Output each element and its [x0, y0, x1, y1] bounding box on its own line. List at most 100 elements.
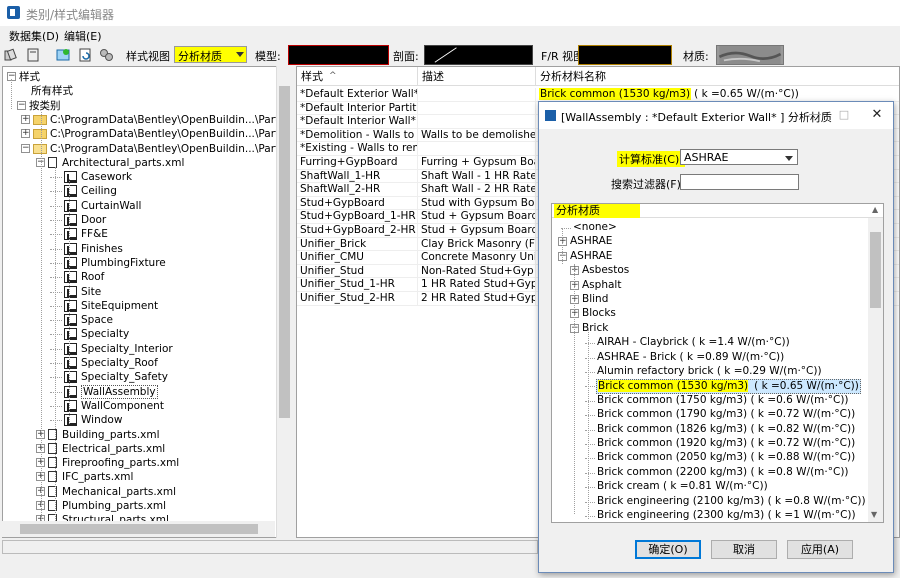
- material-preview[interactable]: [716, 45, 784, 65]
- material-tree-item[interactable]: Brick common (1826 kg/m3) ( k =0.82 W/(m…: [552, 423, 866, 437]
- material-tree-item[interactable]: Brick common (1750 kg/m3) ( k =0.6 W/(m·…: [552, 394, 866, 408]
- tree-item-style[interactable]: Specialty_Interior: [3, 342, 276, 356]
- tree-item-style[interactable]: Door: [3, 213, 276, 227]
- tree-all-styles[interactable]: 所有样式: [3, 84, 276, 98]
- style-view-dropdown[interactable]: 分析材质: [174, 46, 247, 63]
- collapse-icon[interactable]: −: [21, 143, 30, 153]
- minimize-icon[interactable]: —: [801, 106, 829, 124]
- material-tree-item[interactable]: + Asphalt: [552, 279, 866, 293]
- material-tree-item[interactable]: Brick cream ( k =0.81 W/(m·°C)): [552, 480, 866, 494]
- style-icon: [64, 242, 77, 255]
- material-tree-item[interactable]: + Asbestos: [552, 264, 866, 278]
- material-tree-item[interactable]: Brick engineering (2300 kg/m3) ( k =1 W/…: [552, 509, 866, 522]
- cell-style: Unifier_Brick: [297, 237, 418, 252]
- tree-guide: [41, 112, 42, 537]
- column-header-analysis-material[interactable]: 分析材料名称: [536, 67, 899, 86]
- material-tree-item[interactable]: <none>: [552, 221, 866, 235]
- material-tree-item[interactable]: Brick common (2200 kg/m3) ( k =0.8 W/(m·…: [552, 466, 866, 480]
- ok-button[interactable]: 确定(O): [635, 540, 701, 559]
- collapse-icon[interactable]: −: [17, 100, 26, 110]
- tree-guide: [574, 264, 575, 514]
- book-icon[interactable]: [25, 47, 41, 63]
- apply-button[interactable]: 应用(A): [787, 540, 853, 559]
- material-tree-item[interactable]: Brick common (1790 kg/m3) ( k =0.72 W/(m…: [552, 408, 866, 422]
- tree-item-label: Building_parts.xml: [62, 428, 160, 441]
- tree-item-style[interactable]: Window: [3, 413, 276, 427]
- tree-item-style[interactable]: Specialty: [3, 327, 276, 341]
- cell-style: *Demolition - Walls to be ...: [297, 128, 418, 143]
- tree-hscroll-thumb[interactable]: [20, 524, 258, 534]
- category-tree[interactable]: − 样式 所有样式 − 按类别 + C:\ProgramData\Bentley\OpenB…: [2, 66, 292, 538]
- tree-vertical-scrollbar[interactable]: [276, 66, 292, 538]
- column-header-style[interactable]: 样式 ^: [297, 67, 418, 86]
- maximize-icon[interactable]: □: [830, 106, 858, 124]
- tree-file[interactable]: + Building_parts.xml: [3, 428, 276, 442]
- scroll-down-icon[interactable]: ▼: [871, 510, 877, 519]
- filter-input[interactable]: [680, 174, 799, 190]
- material-tree-item[interactable]: − ASHRAE: [552, 250, 866, 264]
- refresh-icon[interactable]: [77, 47, 93, 63]
- model-preview[interactable]: [288, 45, 389, 65]
- material-tree-item[interactable]: Alumin refactory brick ( k =0.29 W/(m·°C…: [552, 365, 866, 379]
- material-tree-item[interactable]: + Blocks: [552, 307, 866, 321]
- tree-item-style[interactable]: Specialty_Roof: [3, 356, 276, 370]
- material-tree[interactable]: 分析材质 ▲ <none> + ASHRAE − ASHRAE + Asbestos + Asp…: [551, 203, 884, 523]
- column-header-description[interactable]: 描述: [418, 67, 536, 86]
- tree-item-style[interactable]: Roof: [3, 270, 276, 284]
- tree-item-style[interactable]: Site: [3, 285, 276, 299]
- fr-view-preview[interactable]: [578, 45, 672, 65]
- tree-item-style[interactable]: FF&E: [3, 227, 276, 241]
- tree-file[interactable]: + IFC_parts.xml: [3, 470, 276, 484]
- tree-horizontal-scrollbar[interactable]: [2, 521, 275, 537]
- settings-icon[interactable]: [98, 47, 114, 63]
- cell-analysis-material: Brick common (1530 kg/m3)( k =0.65 W/(m·…: [536, 88, 899, 102]
- material-label: ASHRAE: [570, 235, 613, 248]
- material-tree-item[interactable]: Brick engineering (2100 kg/m3) ( k =0.8 …: [552, 495, 866, 509]
- tree-item-style[interactable]: Finishes: [3, 242, 276, 256]
- tree-item-style[interactable]: CurtainWall: [3, 199, 276, 213]
- material-tree-scrollbar[interactable]: ▼: [868, 218, 883, 522]
- menu-dataset[interactable]: 数据集(D): [9, 28, 59, 44]
- tree-item-style[interactable]: Ceiling: [3, 184, 276, 198]
- tree-file[interactable]: + Mechanical_parts.xml: [3, 485, 276, 499]
- tree-item-style[interactable]: Space: [3, 313, 276, 327]
- material-tree-item[interactable]: ASHRAE - Brick ( k =0.89 W/(m·°C)): [552, 351, 866, 365]
- tree-item-style[interactable]: Specialty_Safety: [3, 370, 276, 384]
- expand-icon[interactable]: +: [21, 129, 30, 139]
- close-icon[interactable]: ✕: [863, 106, 891, 124]
- material-tree-item[interactable]: + Blind: [552, 293, 866, 307]
- tree-file[interactable]: + Fireproofing_parts.xml: [3, 456, 276, 470]
- tree-by-category[interactable]: − 按类别: [3, 99, 276, 113]
- style-icon: [64, 399, 77, 412]
- material-tree-scroll-thumb[interactable]: [870, 232, 881, 308]
- tree-path-folder[interactable]: − C:\ProgramData\Bentley\OpenBuildin...\P…: [3, 142, 283, 156]
- tree-scroll-thumb[interactable]: [279, 86, 290, 418]
- material-tree-item[interactable]: AIRAH - Claybrick ( k =1.4 W/(m·°C)): [552, 336, 866, 350]
- tree-path-folder[interactable]: + C:\ProgramData\Bentley\OpenBuildin...\P…: [3, 113, 283, 127]
- scroll-up-icon[interactable]: ▲: [872, 205, 878, 214]
- standard-dropdown[interactable]: ASHRAE: [680, 149, 798, 165]
- cancel-button[interactable]: 取消: [711, 540, 777, 559]
- library-icon[interactable]: [4, 47, 20, 63]
- new-style-icon[interactable]: [55, 47, 71, 63]
- tree-file[interactable]: + Plumbing_parts.xml: [3, 499, 276, 513]
- tree-file-architectural[interactable]: − Architectural_parts.xml: [3, 156, 276, 170]
- material-tree-item[interactable]: Brick common (1920 kg/m3) ( k =0.72 W/(m…: [552, 437, 866, 451]
- section-preview[interactable]: [424, 45, 533, 65]
- tree-item-style[interactable]: SiteEquipment: [3, 299, 276, 313]
- tree-file[interactable]: + Electrical_parts.xml: [3, 442, 276, 456]
- material-name-highlight: Brick common (1530 kg/m3): [598, 380, 749, 393]
- tree-root-styles[interactable]: − 样式: [3, 70, 276, 84]
- tree-item-style[interactable]: WallAssembly: [3, 384, 276, 399]
- expand-icon[interactable]: +: [21, 114, 30, 124]
- tree-path-folder[interactable]: + C:\ProgramData\Bentley\OpenBuildin...\P…: [3, 127, 283, 141]
- material-tree-item[interactable]: − Brick: [552, 322, 866, 336]
- menu-edit[interactable]: 编辑(E): [64, 28, 102, 44]
- table-row[interactable]: *Default Exterior Wall* Brick common (153…: [297, 88, 899, 102]
- material-tree-item[interactable]: + ASHRAE: [552, 235, 866, 249]
- tree-item-style[interactable]: WallComponent: [3, 399, 276, 413]
- tree-item-style[interactable]: Casework: [3, 170, 276, 184]
- material-tree-item[interactable]: Brick common (1530 kg/m3) ( k =0.65 W/(m·…: [552, 379, 866, 395]
- material-tree-item[interactable]: Brick common (2050 kg/m3) ( k =0.88 W/(m…: [552, 451, 866, 465]
- tree-item-style[interactable]: PlumbingFixture: [3, 256, 276, 270]
